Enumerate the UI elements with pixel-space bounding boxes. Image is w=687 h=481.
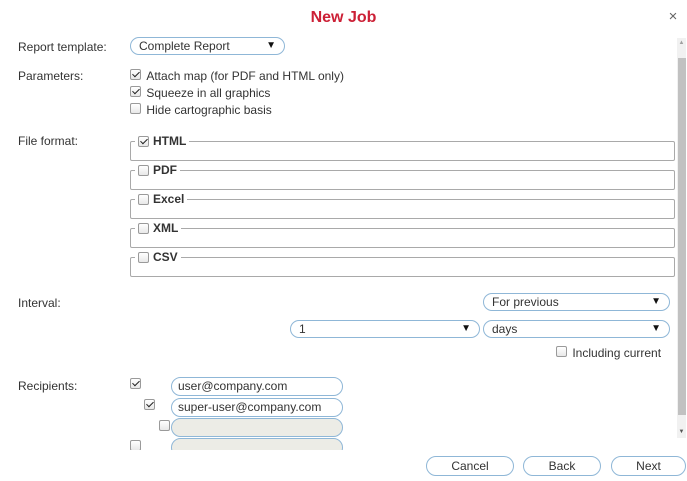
recipient-email-field[interactable]: user@company.com — [171, 377, 343, 396]
checkbox-icon[interactable] — [130, 69, 141, 80]
report-template-value: Complete Report — [139, 39, 230, 53]
interval-count-value: 1 — [299, 322, 306, 336]
chevron-down-icon: ▼ — [651, 296, 661, 307]
scrollbar-thumb[interactable] — [678, 58, 686, 415]
interval-unit-value: days — [492, 322, 518, 336]
recipient-checkbox[interactable] — [158, 420, 170, 431]
parameter-option-hide-basis[interactable]: Hide cartographic basis — [130, 103, 272, 117]
chevron-down-icon: ▼ — [266, 40, 276, 51]
format-label: CSV — [153, 250, 178, 264]
format-panel-xml — [130, 228, 675, 248]
parameters-label: Parameters: — [18, 69, 84, 83]
checkbox-icon[interactable] — [138, 251, 149, 263]
including-current-label: Including current — [572, 346, 662, 360]
format-option-csv[interactable]: CSV — [135, 250, 181, 264]
interval-mode-value: For previous — [492, 295, 559, 309]
parameter-option-attach-map[interactable]: Attach map (for PDF and HTML only) — [130, 69, 344, 83]
scroll-down-icon[interactable]: ▼ — [677, 429, 686, 435]
interval-label: Interval: — [18, 296, 61, 310]
close-icon[interactable]: × — [665, 9, 681, 25]
recipient-checkbox[interactable] — [130, 440, 141, 450]
checkbox-icon[interactable] — [138, 164, 149, 176]
recipients-clip — [0, 438, 676, 450]
format-label: PDF — [153, 163, 177, 177]
format-panel-excel — [130, 199, 675, 219]
format-option-html[interactable]: HTML — [135, 134, 190, 148]
checkbox-icon[interactable] — [138, 135, 149, 147]
parameter-option-label: Hide cartographic basis — [146, 103, 272, 117]
back-button[interactable]: Back — [523, 456, 601, 476]
parameter-option-squeeze-graphics[interactable]: Squeeze in all graphics — [130, 86, 270, 100]
including-current-option[interactable]: Including current — [556, 346, 661, 360]
interval-mode-select[interactable]: For previous ▼ — [483, 293, 670, 311]
format-label: XML — [153, 221, 179, 235]
interval-count-select[interactable]: 1 ▼ — [290, 320, 480, 338]
parameter-option-label: Attach map (for PDF and HTML only) — [146, 69, 344, 83]
parameter-option-label: Squeeze in all graphics — [146, 86, 271, 100]
dialog-title: New Job — [310, 9, 377, 26]
report-template-label: Report template: — [18, 40, 107, 54]
checkbox-icon[interactable] — [138, 193, 149, 205]
report-template-select[interactable]: Complete Report ▼ — [130, 37, 285, 55]
recipient-email-field[interactable] — [171, 438, 343, 450]
cancel-button[interactable]: Cancel — [426, 456, 514, 476]
next-button[interactable]: Next — [611, 456, 686, 476]
recipients-label: Recipients: — [18, 379, 78, 393]
recipient-checkbox[interactable] — [144, 399, 156, 410]
format-panel-html — [130, 141, 675, 161]
checkbox-icon[interactable] — [138, 222, 149, 234]
checkbox-icon[interactable] — [130, 86, 141, 97]
format-panel-csv — [130, 257, 675, 277]
recipient-checkbox[interactable] — [130, 378, 141, 389]
recipient-email-field[interactable]: super-user@company.com — [171, 398, 343, 417]
file-format-label: File format: — [18, 134, 79, 148]
interval-unit-select[interactable]: days ▼ — [483, 320, 670, 338]
chevron-down-icon: ▼ — [651, 323, 661, 334]
format-option-pdf[interactable]: PDF — [135, 163, 180, 177]
recipient-email-field[interactable] — [171, 418, 343, 437]
format-option-excel[interactable]: Excel — [135, 192, 188, 206]
format-label: Excel — [153, 192, 185, 206]
checkbox-icon[interactable] — [556, 346, 567, 357]
format-panel-pdf — [130, 170, 675, 190]
format-label: HTML — [153, 134, 187, 148]
format-option-xml[interactable]: XML — [135, 221, 182, 235]
scroll-up-icon[interactable]: ▲ — [677, 40, 686, 46]
chevron-down-icon: ▼ — [461, 323, 471, 334]
checkbox-icon[interactable] — [130, 103, 141, 114]
